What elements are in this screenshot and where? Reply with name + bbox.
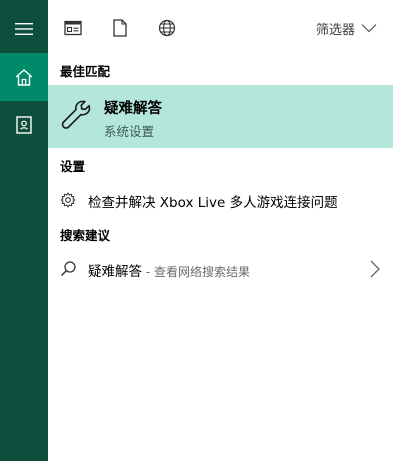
settings-heading: 设置 xyxy=(60,159,86,174)
web-scope-button[interactable] xyxy=(157,18,177,38)
search-icon xyxy=(60,261,76,277)
chevron-right-icon[interactable] xyxy=(369,259,381,279)
web-suggestion-query: 疑难解答 xyxy=(88,264,142,280)
notebook-icon xyxy=(16,116,32,134)
web-suggestion-item[interactable]: 疑难解答 - 查看网络搜索结果 xyxy=(48,255,393,283)
gear-icon xyxy=(60,192,76,208)
filter-dropdown[interactable]: 筛选器 xyxy=(316,17,377,39)
apps-icon xyxy=(64,20,82,36)
hamburger-menu-button[interactable] xyxy=(0,5,48,53)
notebook-button[interactable] xyxy=(0,101,48,149)
results-panel: 最佳匹配 疑难解答 系统设置 设置 检查并解决 Xbox Live 多人游戏连接… xyxy=(48,56,393,461)
settings-result-xbox[interactable]: 检查并解决 Xbox Live 多人游戏连接问题 xyxy=(48,186,393,214)
hamburger-icon xyxy=(15,23,33,35)
chevron-down-icon xyxy=(361,24,377,33)
web-globe-icon xyxy=(158,19,176,37)
best-match-result[interactable]: 疑难解答 系统设置 xyxy=(48,85,393,148)
web-suggestion-text: 疑难解答 - 查看网络搜索结果 xyxy=(88,260,250,280)
home-icon xyxy=(15,68,33,86)
documents-icon xyxy=(113,19,127,37)
apps-scope-button[interactable] xyxy=(63,18,83,38)
best-match-name: 疑难解答 xyxy=(104,101,162,117)
best-match-subtitle: 系统设置 xyxy=(104,124,155,139)
wrench-icon xyxy=(61,100,91,129)
scope-toolbar: 筛选器 xyxy=(48,0,393,56)
settings-result-label: 检查并解决 Xbox Live 多人游戏连接问题 xyxy=(88,195,338,211)
filter-label: 筛选器 xyxy=(315,22,355,38)
documents-scope-button[interactable] xyxy=(110,18,130,38)
left-rail xyxy=(0,0,48,461)
best-match-heading: 最佳匹配 xyxy=(60,64,111,79)
home-button[interactable] xyxy=(0,53,48,101)
web-suggestion-suffix: - 查看网络搜索结果 xyxy=(142,265,250,279)
search-suggestions-heading: 搜索建议 xyxy=(60,228,111,243)
